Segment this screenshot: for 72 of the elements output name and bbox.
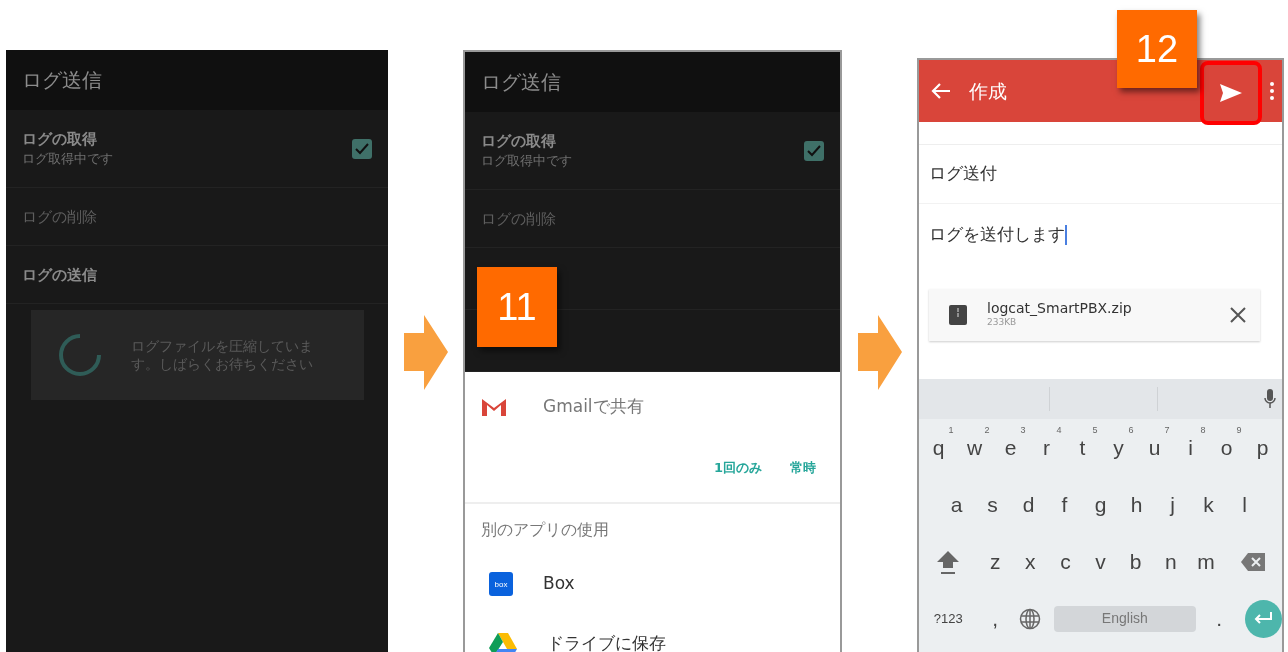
keyboard-key[interactable]: e 3 — [992, 422, 1029, 473]
keyboard-key[interactable]: . — [1201, 593, 1237, 644]
keyboard-key[interactable]: v — [1082, 536, 1119, 587]
keyboard-key[interactable]: p — [1244, 422, 1281, 473]
keyboard-key[interactable]: , — [977, 593, 1013, 644]
app-option[interactable]: box Box — [465, 553, 840, 614]
keyboard-key[interactable]: j — [1154, 479, 1191, 530]
keyboard-key[interactable]: t 5 — [1064, 422, 1101, 473]
enter-key[interactable] — [1244, 599, 1282, 638]
attachment-name: logcat_SmartPBX.zip — [987, 300, 1133, 316]
globe-icon — [1019, 607, 1042, 630]
spinner-icon — [59, 334, 101, 376]
settings-row[interactable]: ログの送信 — [6, 246, 388, 304]
keyboard-key[interactable]: o 9 — [1208, 422, 1245, 473]
keyboard-key[interactable]: c — [1047, 536, 1083, 587]
step-arrow-icon — [857, 315, 902, 390]
setting-summary: ログ取得中です — [22, 150, 113, 169]
checkbox[interactable] — [352, 138, 372, 159]
setting-label: ログの送信 — [22, 265, 97, 284]
backspace-icon — [1239, 551, 1266, 572]
checkbox[interactable] — [804, 140, 824, 161]
app-option[interactable]: ドライブに保存 — [465, 613, 840, 652]
keyboard-key[interactable]: w 2 — [956, 422, 993, 473]
setting-label: ログの削除 — [481, 209, 556, 228]
setting-label: ログの削除 — [22, 207, 97, 226]
keyboard-key[interactable]: l — [1226, 479, 1263, 530]
zip-file-icon — [949, 305, 967, 325]
keyboard-key[interactable]: g — [1082, 479, 1119, 530]
screen-title: ログ送信 — [6, 50, 388, 110]
keyboard-key[interactable]: k — [1190, 479, 1227, 530]
close-icon[interactable] — [1230, 307, 1246, 323]
keyboard-key[interactable]: x — [1012, 536, 1048, 587]
body-field[interactable]: ログを送付します — [919, 204, 1282, 266]
screen-title: 作成 — [969, 78, 1008, 104]
keyboard-key[interactable]: b — [1118, 536, 1154, 587]
step-number: 12 — [1117, 10, 1197, 88]
settings-row[interactable]: ログの取得 ログ取得中です — [6, 110, 388, 188]
microphone-icon[interactable] — [1264, 389, 1276, 409]
setting-label: ログの取得 — [481, 130, 557, 152]
back-arrow-icon[interactable] — [931, 82, 951, 100]
shift-icon — [935, 548, 962, 575]
enter-icon — [1253, 611, 1274, 626]
keyboard-key[interactable]: d — [1010, 479, 1047, 530]
keyboard-key[interactable]: s — [974, 479, 1011, 530]
setting-summary: ログ取得中です — [481, 152, 572, 171]
keyboard-key[interactable]: h — [1118, 479, 1155, 530]
mail-icon — [481, 397, 507, 417]
attachment-size: 233KB — [987, 316, 1018, 329]
keyboard-key[interactable]: z — [977, 536, 1013, 587]
keyboard-key[interactable]: a — [938, 479, 975, 530]
step-number: 11 — [477, 267, 557, 347]
box-app-icon: box — [489, 571, 513, 596]
keyboard-key[interactable]: i 8 — [1172, 422, 1209, 473]
keyboard-key[interactable]: q 1 — [920, 422, 957, 473]
keyboard-key[interactable]: m — [1188, 536, 1224, 587]
more-vert-icon[interactable] — [1270, 82, 1274, 100]
send-button[interactable] — [1200, 61, 1262, 125]
send-icon — [1219, 83, 1243, 103]
section-header: 別のアプリの使用 — [480, 518, 610, 541]
step-arrow-icon — [403, 315, 448, 390]
keyboard-key[interactable]: r 4 — [1028, 422, 1065, 473]
settings-row[interactable]: ログの取得 ログ取得中です — [465, 112, 840, 190]
setting-label: ログの取得 — [22, 128, 98, 150]
screen-title: ログ送信 — [465, 52, 840, 112]
symbols-key[interactable]: ?123 — [919, 593, 978, 644]
subject-field[interactable]: ログ送付 — [919, 145, 1282, 204]
triangle-app-icon — [489, 631, 517, 652]
share-option[interactable]: Gmailで共有 — [465, 372, 840, 442]
keyboard-key[interactable]: u 7 — [1136, 422, 1173, 473]
keyboard-key[interactable]: f — [1046, 479, 1083, 530]
keyboard-key[interactable]: y 6 — [1100, 422, 1137, 473]
keyboard-key[interactable]: n — [1153, 536, 1189, 587]
